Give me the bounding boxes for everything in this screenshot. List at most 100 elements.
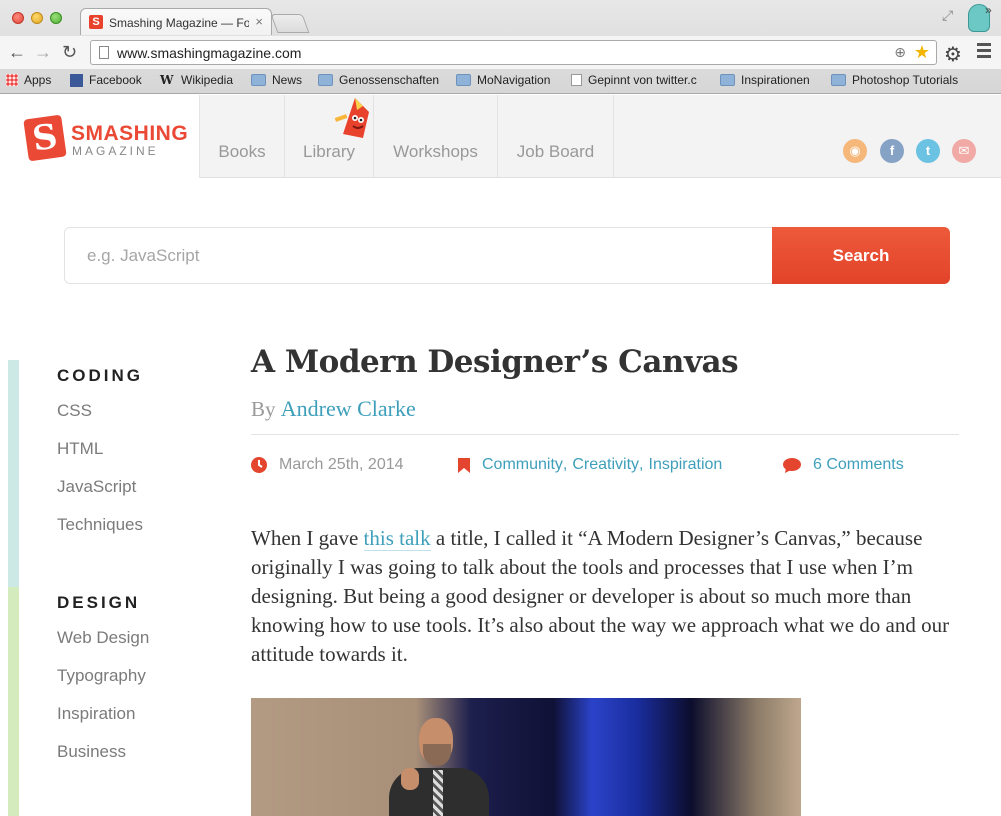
sidebar-item-html[interactable]: HTML [57,439,103,459]
article-comments[interactable]: 6 Comments [783,456,904,474]
facebook-icon [70,73,83,87]
browser-tab[interactable]: S Smashing Magazine — For Professional W… [80,8,272,35]
logo-wordmark: SMASHING [71,122,189,145]
page-icon [99,46,109,59]
divider [251,434,959,435]
speaker-tie [433,770,443,816]
wikipedia-icon: W [160,73,174,87]
address-url: www.smashingmagazine.com [117,45,302,61]
document-icon [571,74,582,86]
mascot-icon [334,98,369,138]
bookmark-label: Inspirationen [741,73,810,87]
author-link[interactable]: Andrew Clarke [281,396,416,421]
address-bar[interactable]: www.smashingmagazine.com ⊕ ★ [90,40,937,65]
bookmark-item[interactable]: Inspirationen [720,73,810,87]
nav-job-board-label: Job Board [516,142,595,161]
back-arrow-icon[interactable]: ← [8,42,26,62]
bookmark-item[interactable]: Genossenschaften [318,73,439,87]
nav-library-label: Library [303,142,355,161]
article-categories: Community, Creativity, Inspiration [458,456,722,474]
article-title[interactable]: A Modern Designer’s Canvas [251,344,739,380]
bookmark-item[interactable]: Photoshop Tutorials [831,73,958,87]
speaker-beard [423,744,451,766]
date-text: March 25th, 2014 [279,456,404,473]
sidebar-item-typography[interactable]: Typography [57,666,146,686]
fullscreen-icon[interactable]: ⤢ [942,7,953,24]
forward-arrow-icon[interactable]: → [34,42,52,62]
bookmark-item[interactable]: Apps [6,73,51,87]
sidebar-item-web-design[interactable]: Web Design [57,628,149,648]
folder-icon [831,74,846,86]
folder-icon [251,74,266,86]
bookmarks-bar: Apps Facebook W Wikipedia News Genossenschaft… [0,69,1001,93]
bookmark-item[interactable]: Gepinnt von twitter.c [571,73,697,87]
reload-icon[interactable]: ↻ [62,42,77,62]
category-link-creativity[interactable]: Creativity [572,456,639,474]
bookmark-item[interactable]: Facebook [70,73,142,87]
search-button[interactable]: Search [772,227,950,284]
design-section-bar [8,587,19,816]
category-link-community[interactable]: Community [482,456,563,474]
bookmark-label: MoNavigation [477,73,551,87]
sidebar-item-javascript[interactable]: JavaScript [57,477,136,497]
logo-subtitle: MAGAZINE [72,144,159,158]
rss-icon[interactable]: ◉ [843,139,867,163]
folder-icon [456,74,471,86]
window-minimize-button[interactable] [31,12,43,24]
sidebar-item-css[interactable]: CSS [57,401,92,421]
browser-chrome: S Smashing Magazine — For Professional W… [0,0,1001,94]
nav-books[interactable]: Books [200,95,285,178]
article-photo[interactable] [251,698,801,816]
smashing-favicon-icon: S [89,15,103,29]
comments-link[interactable]: 6 Comments [813,456,904,474]
article-date: March 25th, 2014 [251,456,404,474]
bookmarks-overflow-button[interactable]: » [985,3,992,17]
speaker-hand [401,768,419,790]
bookmark-icon [458,457,470,473]
this-talk-link[interactable]: this talk [363,526,431,551]
sidebar-heading-coding[interactable]: CODING [57,366,143,386]
bookmark-label: Facebook [89,73,142,87]
browser-menu-icon[interactable] [977,43,991,61]
bookmark-label: Genossenschaften [339,73,440,87]
gear-icon[interactable]: ⚙ [944,42,962,67]
comment-bubble-icon [783,457,801,473]
bookmark-item[interactable]: W Wikipedia [160,73,233,87]
apps-grid-icon [6,74,18,86]
newsletter-icon[interactable]: ✉ [952,139,976,163]
sidebar-item-business[interactable]: Business [57,742,126,762]
nav-job-board[interactable]: Job Board [498,95,614,178]
intro-text-before: When I gave [251,526,364,550]
bookmark-label: News [272,73,303,87]
sidebar-item-inspiration[interactable]: Inspiration [57,704,135,724]
bookmark-star-icon[interactable]: ★ [914,42,930,63]
sidebar-heading-design[interactable]: DESIGN [57,593,140,613]
nav-workshops[interactable]: Workshops [374,95,498,178]
sidebar-item-techniques[interactable]: Techniques [57,515,143,535]
facebook-icon[interactable]: f [880,139,904,163]
nav-books-label: Books [218,142,266,161]
bookmark-label: Apps [24,73,52,87]
bookmark-item[interactable]: MoNavigation [456,73,550,87]
new-tab-button[interactable] [270,14,310,33]
twitter-icon[interactable]: t [916,139,940,163]
bookmark-label: Wikipedia [181,73,234,87]
search-input[interactable] [64,227,773,284]
clock-icon [251,457,267,473]
site-header: S SMASHING MAGAZINE Books Library Worksh… [8,95,1001,178]
zoom-icon[interactable]: ⊕ [894,44,906,61]
byline: By Andrew Clarke [251,396,416,422]
window-close-button[interactable] [12,12,24,24]
category-link-inspiration[interactable]: Inspiration [649,456,723,474]
coding-section-bar [8,360,19,587]
bookmark-item[interactable]: News [251,73,302,87]
window-zoom-button[interactable] [50,12,62,24]
site-logo[interactable]: S SMASHING MAGAZINE [8,95,200,178]
article-intro: When I gave this talk a title, I called … [251,524,959,669]
folder-icon [720,74,735,86]
logo-mark-icon: S [23,114,67,162]
folder-icon [318,74,333,86]
nav-workshops-label: Workshops [393,142,478,161]
tab-close-icon[interactable]: × [255,14,263,29]
byline-prefix: By [251,397,276,421]
